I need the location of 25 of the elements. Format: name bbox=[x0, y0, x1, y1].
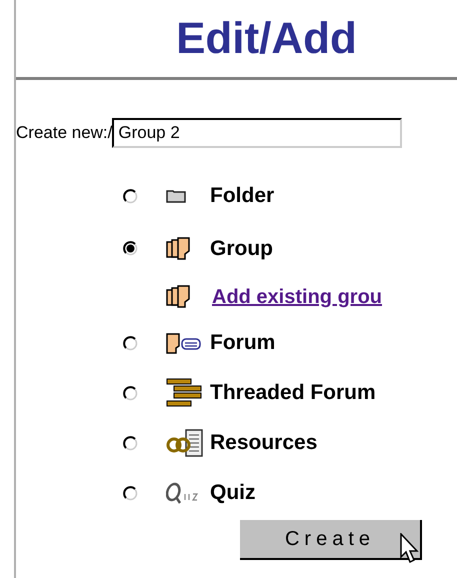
page-title: Edit/Add bbox=[176, 16, 357, 60]
option-label: Group bbox=[210, 236, 273, 262]
folder-icon bbox=[166, 189, 186, 203]
person-speech-icon bbox=[166, 332, 202, 354]
radio-button[interactable] bbox=[122, 241, 138, 256]
people-icon bbox=[166, 236, 190, 260]
create-button[interactable]: Create bbox=[240, 520, 422, 560]
name-input-field[interactable]: Group 2 bbox=[112, 118, 402, 148]
option-label: Resources bbox=[210, 430, 318, 456]
radio-button[interactable] bbox=[122, 336, 138, 350]
create-new-label: Create new:/ bbox=[16, 122, 112, 144]
option-label: Quiz bbox=[210, 480, 256, 506]
option-label: Threaded Forum bbox=[210, 380, 376, 406]
people-icon bbox=[166, 284, 190, 308]
option-label: Folder bbox=[210, 183, 274, 210]
radio-button[interactable] bbox=[122, 486, 138, 500]
radio-button[interactable] bbox=[122, 188, 138, 204]
radio-button[interactable] bbox=[122, 386, 138, 400]
stacked-bars-icon bbox=[166, 378, 202, 408]
pointer-icon bbox=[400, 533, 420, 565]
quiz-icon bbox=[166, 482, 200, 504]
chain-document-icon bbox=[166, 428, 204, 458]
option-label: Forum bbox=[210, 330, 276, 356]
add-existing-link[interactable]: Add existing grou bbox=[212, 282, 382, 312]
radio-button[interactable] bbox=[122, 436, 138, 450]
